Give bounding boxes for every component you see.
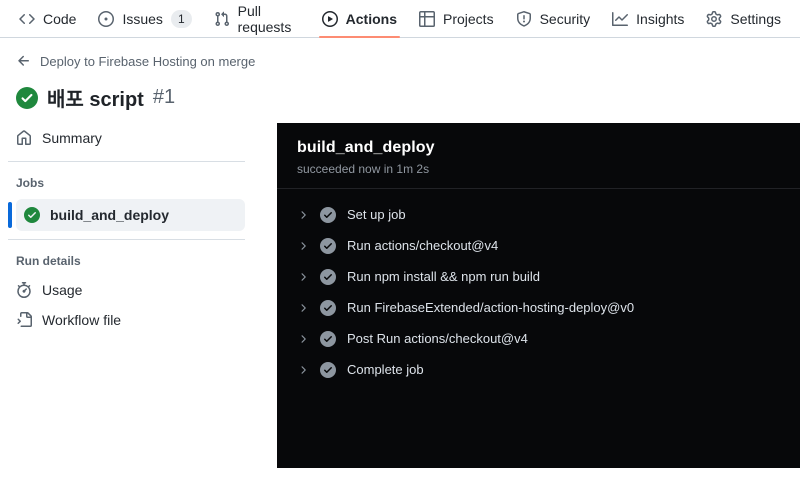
step-label: Post Run actions/checkout@v4 (347, 331, 528, 346)
chevron-right-icon (301, 365, 306, 374)
nav-tab-pull-requests[interactable]: Pull requests (203, 0, 311, 37)
sidebar-item-workflow-file[interactable]: Workflow file (8, 305, 245, 335)
nav-tab-label: Actions (345, 10, 397, 27)
nav-tab-issues[interactable]: Issues 1 (87, 0, 202, 37)
issues-count-badge: 1 (170, 9, 192, 28)
arrow-left-icon (18, 55, 29, 66)
nav-tab-insights[interactable]: Insights (601, 0, 695, 37)
step-label: Run FirebaseExtended/action-hosting-depl… (347, 300, 635, 315)
nav-tab-label: Code (43, 10, 77, 27)
breadcrumb[interactable]: Deploy to Firebase Hosting on merge (16, 53, 255, 69)
step-label: Complete job (347, 362, 424, 377)
nav-tab-label: Insights (636, 10, 685, 27)
job-log-title: build_and_deploy (297, 139, 435, 156)
success-check-icon (16, 86, 38, 109)
run-header: Deploy to Firebase Hosting on merge 배포 s… (0, 38, 800, 112)
git-pull-request-icon (215, 11, 229, 26)
sidebar-divider (8, 161, 245, 162)
nav-tab-code[interactable]: Code (8, 0, 87, 37)
nav-tab-label: Security (539, 10, 591, 27)
sidebar-item-usage[interactable]: Usage (8, 275, 245, 305)
nav-tab-security[interactable]: Security (505, 0, 602, 37)
sidebar-item-summary[interactable]: Summary (8, 123, 245, 153)
job-name: build_and_deploy (50, 207, 170, 223)
file-code-icon (17, 312, 32, 327)
nav-tab-actions[interactable]: Actions (311, 0, 408, 38)
page-title: 배포 script (47, 89, 144, 111)
issue-opened-icon (98, 10, 115, 27)
repo-nav: Code Issues 1 Pull requests Actions Proj… (0, 0, 800, 38)
run-title-row: 배포 script #1 (16, 83, 784, 112)
content: Summary Jobs build_and_deploy Run detail… (0, 123, 800, 468)
step-label: Run npm install && npm run build (347, 269, 540, 284)
jobs-section-label: Jobs (16, 176, 45, 190)
chevron-right-icon (301, 210, 306, 219)
gear-icon (707, 10, 722, 27)
code-icon (19, 13, 35, 24)
sidebar-item-label: Summary (42, 130, 102, 146)
job-status-line: succeeded now in 1m 2s (297, 162, 430, 176)
nav-tab-projects[interactable]: Projects (408, 0, 505, 37)
step-success-check-icon (320, 237, 336, 254)
nav-tab-label: Pull requests (237, 2, 292, 35)
chevron-right-icon (301, 334, 306, 343)
step-label: Set up job (347, 207, 406, 222)
sidebar-item-job-build-and-deploy[interactable]: build_and_deploy (8, 199, 245, 231)
nav-tab-settings[interactable]: Settings (695, 0, 792, 37)
step-row-complete-job[interactable]: Complete job (297, 354, 780, 385)
graph-icon (612, 11, 629, 26)
table-icon (419, 10, 435, 27)
sidebar-item-label: Usage (42, 282, 83, 298)
sidebar-divider (8, 239, 245, 240)
breadcrumb-label: Deploy to Firebase Hosting on merge (40, 53, 256, 69)
run-number: #1 (152, 86, 176, 108)
nav-tab-label: Projects (443, 10, 494, 27)
step-success-check-icon (320, 330, 336, 347)
shield-icon (516, 10, 531, 27)
step-row-npm-build[interactable]: Run npm install && npm run build (297, 261, 780, 292)
job-log-header: build_and_deploy succeeded now in 1m 2s (277, 123, 800, 189)
home-icon (17, 130, 31, 145)
step-success-check-icon (320, 206, 336, 223)
step-success-check-icon (320, 268, 336, 285)
nav-tab-label: Settings (730, 10, 781, 27)
step-success-check-icon (320, 361, 336, 378)
success-check-icon (24, 207, 40, 223)
step-row-firebase-deploy[interactable]: Run FirebaseExtended/action-hosting-depl… (297, 292, 780, 323)
nav-tab-label: Issues (122, 10, 163, 27)
step-row-checkout[interactable]: Run actions/checkout@v4 (297, 230, 780, 261)
stopwatch-icon (17, 282, 31, 298)
run-details-section-label: Run details (16, 254, 81, 268)
chevron-right-icon (301, 241, 306, 250)
step-row-post-checkout[interactable]: Post Run actions/checkout@v4 (297, 323, 780, 354)
chevron-right-icon (301, 303, 306, 312)
job-steps-list: Set up job Run actions/checkout@v4 Run n… (277, 189, 800, 395)
sidebar-item-label: Workflow file (42, 312, 122, 328)
step-success-check-icon (320, 299, 336, 316)
step-label: Run actions/checkout@v4 (347, 238, 499, 253)
sidebar: Summary Jobs build_and_deploy Run detail… (0, 123, 253, 335)
play-icon (321, 10, 338, 27)
step-row-set-up-job[interactable]: Set up job (297, 199, 780, 230)
job-log-panel: build_and_deploy succeeded now in 1m 2s … (277, 123, 800, 468)
chevron-right-icon (301, 272, 306, 281)
